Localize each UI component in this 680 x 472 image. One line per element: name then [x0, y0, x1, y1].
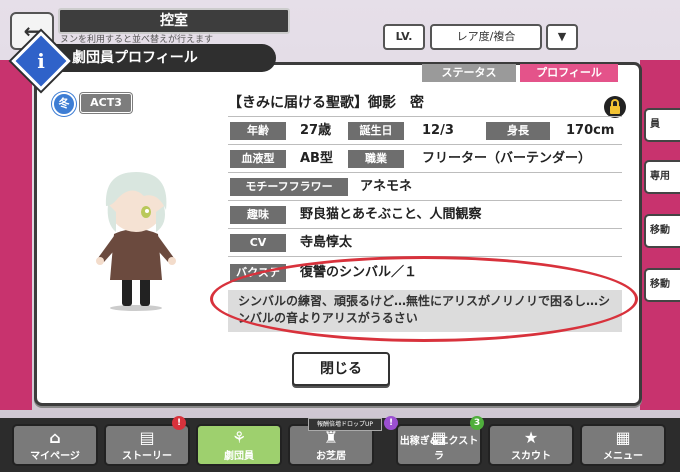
age-label: 年齢	[230, 122, 286, 140]
height-label: 身長	[486, 122, 550, 140]
divider	[228, 200, 622, 201]
birthday-label: 誕生日	[348, 122, 404, 140]
side-button-1[interactable]: 員	[644, 108, 680, 142]
book-icon: ▤	[139, 428, 155, 447]
sort-order-toggle[interactable]: ▼	[546, 24, 578, 50]
motif-flower-label: モチーフフラワー	[230, 178, 348, 196]
side-button-3[interactable]: 移動	[644, 214, 680, 248]
background-stripe-left	[0, 60, 32, 410]
blood-type-label: 血液型	[230, 150, 286, 168]
level-sort-button[interactable]: LV.	[383, 24, 425, 50]
info-icon: i	[37, 49, 45, 73]
nav-story-badge: !	[172, 416, 186, 430]
nav-label: スカウト	[511, 451, 551, 462]
sort-select[interactable]: レア度/複合	[430, 24, 542, 50]
divider	[228, 228, 622, 229]
cv-label: CV	[230, 234, 286, 252]
birthday-value: 12/3	[422, 123, 454, 138]
nav-scout[interactable]: ★ スカウト	[488, 424, 574, 466]
blood-type-value: AB型	[300, 151, 333, 166]
star-icon: ★	[523, 428, 539, 447]
tab-profile[interactable]: プロフィール	[520, 64, 618, 82]
nav-label: マイページ	[30, 451, 80, 462]
nav-label: ストーリー	[122, 451, 172, 462]
nav-work-extra[interactable]: ▦ 出稼ぎ&エクストラ	[396, 424, 482, 466]
grid-icon: ▦	[615, 428, 631, 447]
highlight-annotation	[210, 256, 638, 342]
character-illustration	[96, 172, 176, 311]
hobby-value: 野良猫とあそぶこと、人間観察	[300, 207, 482, 222]
job-label: 職業	[348, 150, 404, 168]
nav-label: メニュー	[603, 451, 643, 462]
drop-up-label: 報酬倍増ドロップUP	[308, 418, 382, 431]
tab-status[interactable]: ステータス	[422, 64, 516, 82]
side-button-2[interactable]: 専用	[644, 160, 680, 194]
side-button-4[interactable]: 移動	[644, 268, 680, 302]
nav-story[interactable]: ▤ ストーリー	[104, 424, 190, 466]
home-icon: ⌂	[49, 428, 61, 447]
act-badge: ACT3	[80, 93, 132, 113]
hobby-label: 趣味	[230, 206, 286, 224]
nav-mypage[interactable]: ⌂ マイページ	[12, 424, 98, 466]
nav-label: お芝居	[316, 451, 346, 462]
divider	[228, 144, 622, 145]
job-value: フリーター（バーテンダー）	[422, 151, 592, 166]
nav-label: 劇団員	[224, 451, 254, 462]
height-value: 170cm	[566, 123, 615, 138]
motif-flower-value: アネモネ	[360, 179, 413, 194]
triangle-down-icon: ▼	[557, 30, 567, 43]
divider	[228, 116, 622, 117]
ribbon-icon: ⚘	[231, 428, 247, 447]
nav-label: 出稼ぎ&エクストラ	[399, 436, 479, 462]
season-badge: 冬	[52, 92, 76, 116]
age-value: 27歳	[300, 123, 332, 138]
close-button[interactable]: 閉じる	[292, 352, 390, 386]
nav-troupe[interactable]: ⚘ 劇団員	[196, 424, 282, 466]
card-title: 【きみに届ける聖歌】御影 密	[228, 95, 424, 111]
room-title: 控室	[58, 8, 290, 34]
cv-value: 寺島惇太	[300, 235, 353, 250]
lock-icon[interactable]	[604, 96, 626, 118]
divider	[228, 172, 622, 173]
nav-menu[interactable]: ▦ メニュー	[580, 424, 666, 466]
nav-work-badge: 3	[470, 416, 484, 430]
